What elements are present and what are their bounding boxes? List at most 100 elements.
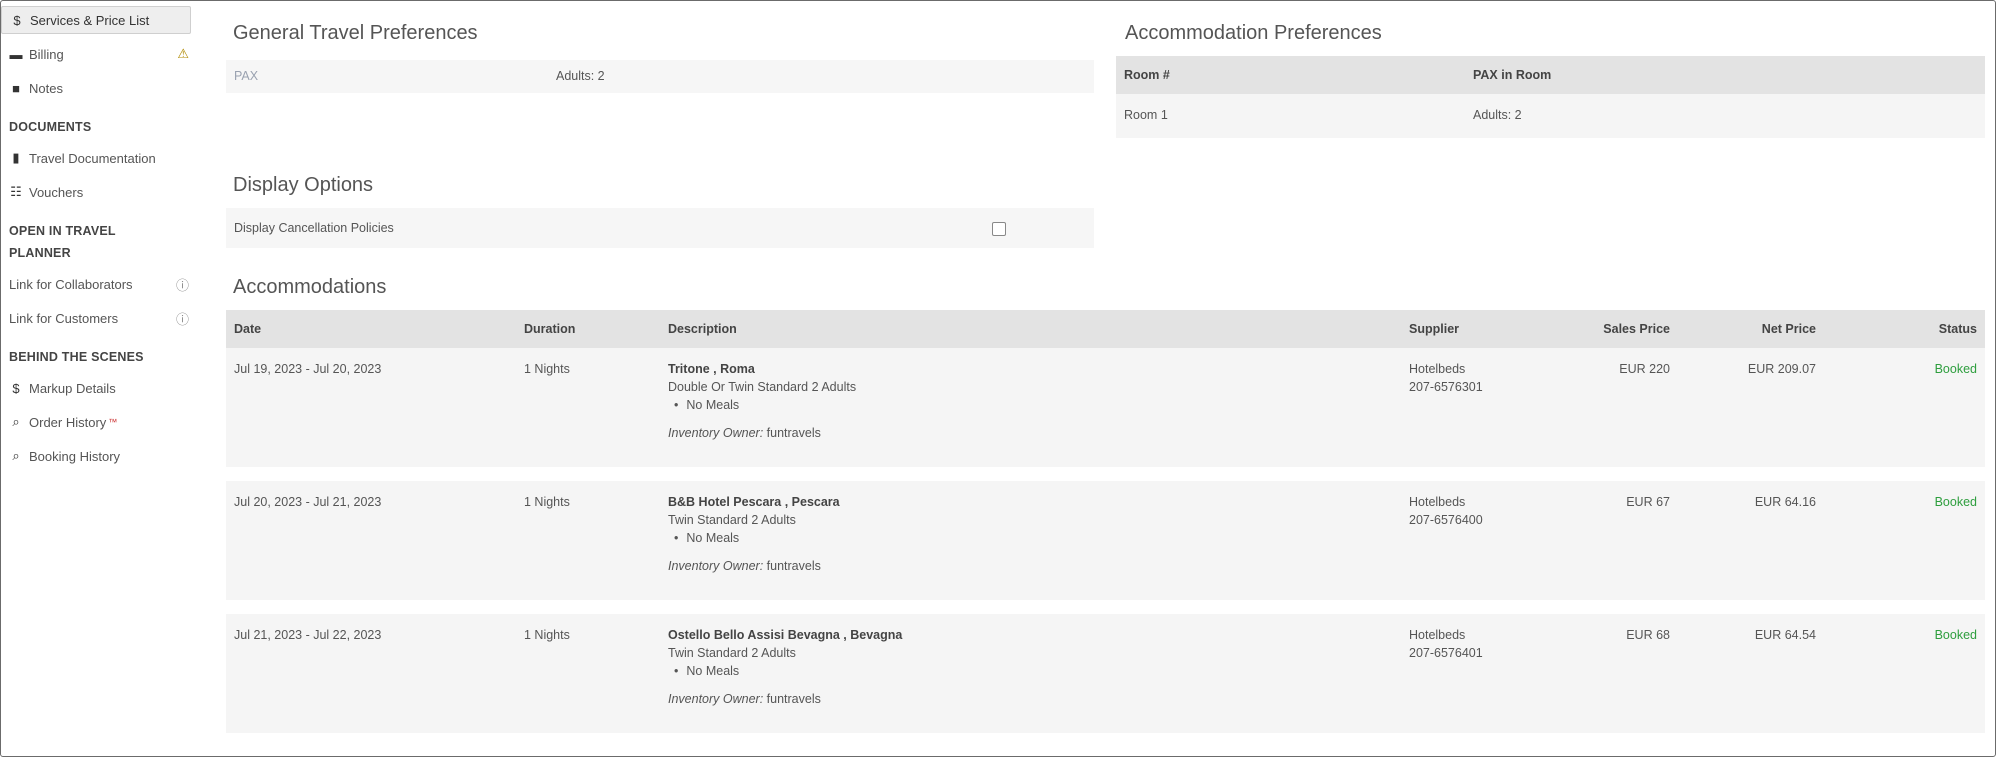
room-type: Double Or Twin Standard 2 Adults	[668, 380, 857, 394]
date-header: Date	[226, 310, 516, 348]
inventory-owner-value: funtravels	[766, 426, 821, 440]
room-type: Twin Standard 2 Adults	[668, 513, 796, 527]
meal-plan: No Meals	[668, 664, 1393, 678]
room-table-header: Room # PAX in Room	[1116, 56, 1985, 94]
net-price-cell: EUR 209.07	[1678, 348, 1824, 467]
net-price-cell: EUR 64.16	[1678, 481, 1824, 600]
info-icon[interactable]: ⓘ	[176, 309, 189, 328]
warning-icon: ⚠	[177, 46, 189, 61]
supplier-name: Hotelbeds	[1409, 495, 1466, 509]
section-title-documents: DOCUMENTS	[9, 120, 92, 134]
duration-cell: 1 Nights	[516, 481, 660, 600]
supplier-reference: 207-6576301	[1409, 380, 1483, 394]
sidebar-item-label: Services & Price List	[30, 12, 150, 28]
sidebar-item-label: Link for Customers	[9, 310, 119, 326]
sidebar-item-label: Markup Details	[29, 380, 116, 396]
supplier-cell: Hotelbeds 207-6576401	[1401, 614, 1547, 733]
section-title-travel-planner: OPEN IN TRAVEL PLANNER	[9, 224, 116, 260]
trademark-mark: ™	[108, 417, 118, 427]
date-cell: Jul 19, 2023 - Jul 20, 2023	[226, 348, 516, 467]
duration-header: Duration	[516, 310, 660, 348]
cancellation-policies-checkbox[interactable]	[992, 222, 1006, 236]
room-number-header: Room #	[1116, 56, 1465, 94]
meal-plan: No Meals	[668, 398, 1393, 412]
status-header: Status	[1824, 310, 1985, 348]
sidebar-item-booking-history[interactable]: ⌕ Booking History	[1, 442, 203, 470]
supplier-cell: Hotelbeds 207-6576400	[1401, 481, 1547, 600]
sidebar-item-link-collaborators[interactable]: Link for Collaborators ⓘ	[1, 270, 203, 298]
sidebar-item-link-customers[interactable]: Link for Customers ⓘ	[1, 304, 203, 332]
search-icon: ⌕	[12, 414, 20, 429]
inventory-owner: Inventory Owner: funtravels	[668, 559, 1393, 573]
inventory-owner-value: funtravels	[766, 692, 821, 706]
table-row[interactable]: Jul 21, 2023 - Jul 22, 2023 1 Nights Ost…	[226, 614, 1985, 733]
pax-row: PAX Adults: 2	[226, 60, 1094, 93]
sidebar-item-label: Vouchers	[29, 184, 84, 200]
supplier-header: Supplier	[1401, 310, 1547, 348]
sidebar-item-label: Notes	[29, 80, 63, 96]
sidebar-item-label: Link for Collaborators	[9, 276, 133, 292]
hotel-name: Ostello Bello Assisi Bevagna , Bevagna	[668, 628, 903, 642]
description-cell: Ostello Bello Assisi Bevagna , Bevagna T…	[660, 614, 1401, 733]
status-badge: Booked	[1824, 348, 1985, 467]
supplier-name: Hotelbeds	[1409, 362, 1466, 376]
display-options-row: Display Cancellation Policies	[226, 208, 1094, 248]
supplier-name: Hotelbeds	[1409, 628, 1466, 642]
book-icon: ▮	[12, 150, 20, 165]
description-cell: B&B Hotel Pescara , Pescara Twin Standar…	[660, 481, 1401, 600]
inventory-owner-label: Inventory Owner:	[668, 426, 764, 440]
display-options-title: Display Options	[233, 174, 374, 196]
dollar-icon: $	[12, 380, 20, 396]
sidebar-item-label: Booking History	[29, 448, 121, 464]
supplier-cell: Hotelbeds 207-6576301	[1401, 348, 1547, 467]
supplier-reference: 207-6576401	[1409, 646, 1483, 660]
accommodations-header: Date Duration Description Supplier Sales…	[226, 310, 1985, 348]
sidebar-item-billing[interactable]: ▬ Billing ⚠	[1, 40, 203, 68]
sidebar-item-markup-details[interactable]: $ Markup Details	[1, 374, 203, 402]
hotel-name: Tritone , Roma	[668, 362, 755, 376]
sidebar: $ Services & Price List ▬ Billing ⚠ ■ No…	[1, 6, 203, 476]
inventory-owner-label: Inventory Owner:	[668, 559, 764, 573]
sales-price-cell: EUR 67	[1547, 481, 1678, 600]
info-icon[interactable]: ⓘ	[176, 275, 189, 294]
sidebar-item-label: Travel Documentation	[29, 150, 156, 166]
sales-price-cell: EUR 68	[1547, 614, 1678, 733]
duration-cell: 1 Nights	[516, 348, 660, 467]
duration-cell: 1 Nights	[516, 614, 660, 733]
net-price-header: Net Price	[1678, 310, 1824, 348]
inventory-owner: Inventory Owner: funtravels	[668, 692, 1393, 706]
accommodations-title: Accommodations	[233, 276, 387, 298]
room-number-cell: Room 1	[1116, 94, 1465, 138]
supplier-reference: 207-6576400	[1409, 513, 1483, 527]
table-row[interactable]: Jul 19, 2023 - Jul 20, 2023 1 Nights Tri…	[226, 348, 1985, 467]
travel-prefs-title: General Travel Preferences	[233, 22, 478, 44]
description-cell: Tritone , Roma Double Or Twin Standard 2…	[660, 348, 1401, 467]
pax-in-room-cell: Adults: 2	[1465, 94, 1985, 138]
dollar-icon: $	[13, 12, 21, 28]
date-cell: Jul 21, 2023 - Jul 22, 2023	[226, 614, 516, 733]
inventory-owner: Inventory Owner: funtravels	[668, 426, 1393, 440]
sidebar-item-order-history[interactable]: ⌕ Order History ™	[1, 408, 203, 436]
sidebar-item-services-price-list[interactable]: $ Services & Price List	[1, 6, 191, 34]
section-title-behind-the-scenes: BEHIND THE SCENES	[9, 350, 144, 364]
billing-icon: ▬	[9, 46, 23, 62]
sales-price-cell: EUR 220	[1547, 348, 1678, 467]
accommodations-table: Date Duration Description Supplier Sales…	[226, 310, 1985, 733]
status-badge: Booked	[1824, 481, 1985, 600]
vouchers-icon: ☷	[10, 184, 22, 199]
sidebar-item-travel-documentation[interactable]: ▮ Travel Documentation	[1, 144, 203, 172]
table-row[interactable]: Jul 20, 2023 - Jul 21, 2023 1 Nights B&B…	[226, 481, 1985, 600]
pax-label: PAX	[234, 69, 259, 83]
sidebar-item-vouchers[interactable]: ☷ Vouchers	[1, 178, 203, 206]
accommodation-prefs-title: Accommodation Preferences	[1125, 22, 1382, 44]
sidebar-item-notes[interactable]: ■ Notes	[1, 74, 203, 102]
sidebar-item-label: Order History	[29, 414, 107, 430]
row-spacer	[226, 600, 1985, 614]
hotel-name: B&B Hotel Pescara , Pescara	[668, 495, 840, 509]
cancellation-policies-label: Display Cancellation Policies	[234, 221, 394, 235]
status-badge: Booked	[1824, 614, 1985, 733]
date-cell: Jul 20, 2023 - Jul 21, 2023	[226, 481, 516, 600]
search-icon: ⌕	[12, 448, 20, 463]
notes-icon: ■	[12, 80, 20, 96]
net-price-cell: EUR 64.54	[1678, 614, 1824, 733]
